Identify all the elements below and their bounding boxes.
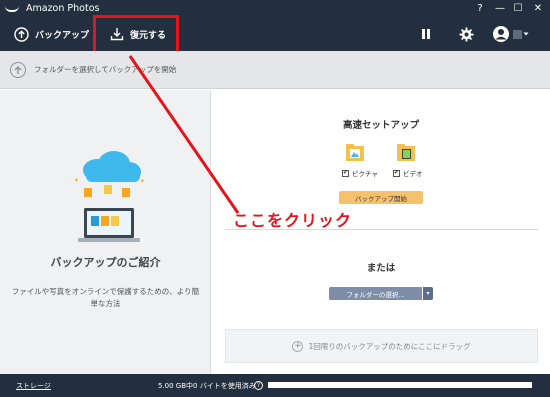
close-icon[interactable]: ✕ xyxy=(528,0,548,17)
intro-panel: ✦ ✦ バックアップのご紹介 ファイルや写真をオンラインで保護するための、より簡… xyxy=(0,90,211,374)
plus-circle-icon: + xyxy=(292,340,304,352)
help-icon[interactable]: ? xyxy=(470,0,490,17)
minimize-icon[interactable]: — xyxy=(490,0,510,17)
account-menu[interactable] xyxy=(492,17,529,51)
upload-arrow-icon xyxy=(10,61,26,78)
chevron-down-icon xyxy=(523,32,529,36)
click-here-callout: ここをクリック xyxy=(233,211,353,230)
avatar-icon xyxy=(493,26,509,42)
hint-text: フォルダーを選択してバックアップを開始 xyxy=(34,65,177,74)
backup-button[interactable]: バックアップ xyxy=(14,17,89,51)
videos-folder-icon xyxy=(397,144,415,161)
select-folder-button[interactable]: フォルダーの選択... xyxy=(329,287,422,300)
restore-highlight-box xyxy=(93,15,179,55)
or-label: または xyxy=(366,263,396,274)
pause-icon xyxy=(422,29,430,39)
start-backup-button[interactable]: バックアップ開始 xyxy=(339,191,423,204)
cloud-backup-illustration-icon: ✦ ✦ xyxy=(74,151,145,242)
hint-bar: フォルダーを選択してバックアップを開始 xyxy=(0,51,550,89)
storage-link[interactable]: ストレージ xyxy=(16,381,51,391)
intro-description: ファイルや写真をオンラインで保護するための、より簡単な方法 xyxy=(11,287,200,308)
backup-setup-panel: 高速セットアップ ✔ ピクチャ ✔ ビデオ バックアップ開始 または フォルダー… xyxy=(212,90,550,374)
settings-button[interactable] xyxy=(459,17,474,51)
pause-button[interactable] xyxy=(420,17,432,51)
help-icon[interactable]: ? xyxy=(254,381,263,390)
videos-checkbox[interactable]: ✔ ビデオ xyxy=(393,168,423,178)
pictures-folder-icon xyxy=(346,144,364,161)
svg-text:✦: ✦ xyxy=(74,177,79,184)
backup-button-label: バックアップ xyxy=(35,30,90,41)
window-title: Amazon Photos xyxy=(26,3,100,14)
checkmark-icon: ✔ xyxy=(393,169,400,177)
videos-checkbox-label: ビデオ xyxy=(403,170,423,178)
storage-usage-text: 5.00 GB中0 バイトを使用済み xyxy=(158,381,256,390)
gear-icon xyxy=(459,26,474,42)
svg-text:✦: ✦ xyxy=(140,178,145,185)
drag-drop-zone[interactable]: + 1回限りのバックアップのためにここにドラッグ xyxy=(225,329,538,363)
checkmark-icon: ✔ xyxy=(342,169,349,177)
account-name-placeholder xyxy=(513,29,522,39)
maximize-icon[interactable]: ☐ xyxy=(508,0,528,17)
main-toolbar: バックアップ 復元する xyxy=(0,17,550,51)
fast-setup-title: 高速セットアップ xyxy=(342,120,419,131)
pictures-checkbox-label: ピクチャ xyxy=(352,170,378,178)
upload-circle-icon xyxy=(14,26,29,42)
drag-drop-text: 1回限りのバックアップのためにここにドラッグ xyxy=(308,341,471,351)
intro-heading: バックアップのご紹介 xyxy=(50,256,161,269)
select-folder-dropdown-button[interactable]: ▾ xyxy=(423,287,433,300)
title-bar: Amazon Photos ? — ☐ ✕ xyxy=(0,0,550,17)
pictures-checkbox[interactable]: ✔ ピクチャ xyxy=(342,168,378,178)
storage-usage-bar xyxy=(268,382,532,388)
amazon-smile-logo-icon xyxy=(5,6,19,12)
status-bar: ストレージ 5.00 GB中0 バイトを使用済み ? xyxy=(0,374,550,397)
